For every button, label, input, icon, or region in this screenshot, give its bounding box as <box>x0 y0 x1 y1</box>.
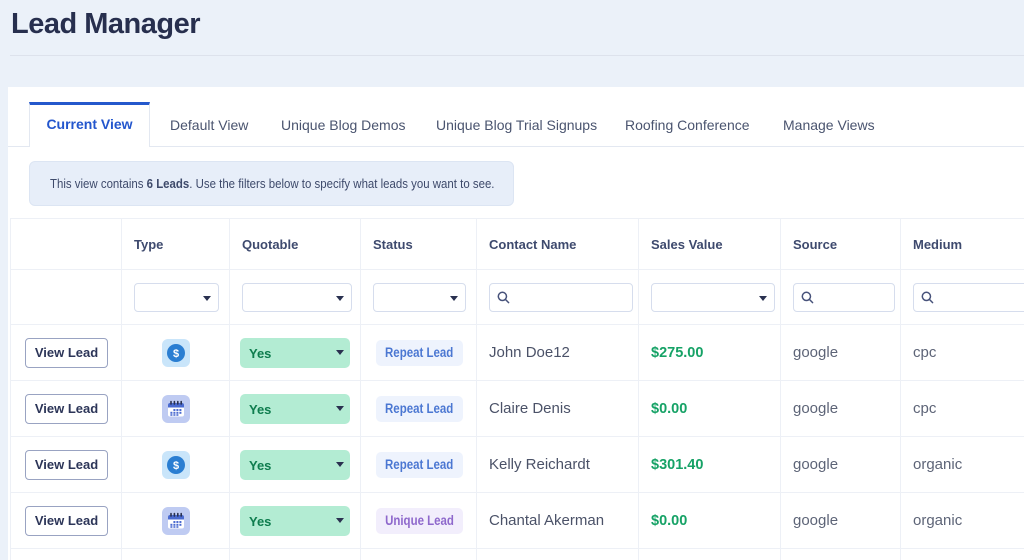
svg-text:$: $ <box>173 348 179 360</box>
svg-text:$: $ <box>173 460 179 472</box>
